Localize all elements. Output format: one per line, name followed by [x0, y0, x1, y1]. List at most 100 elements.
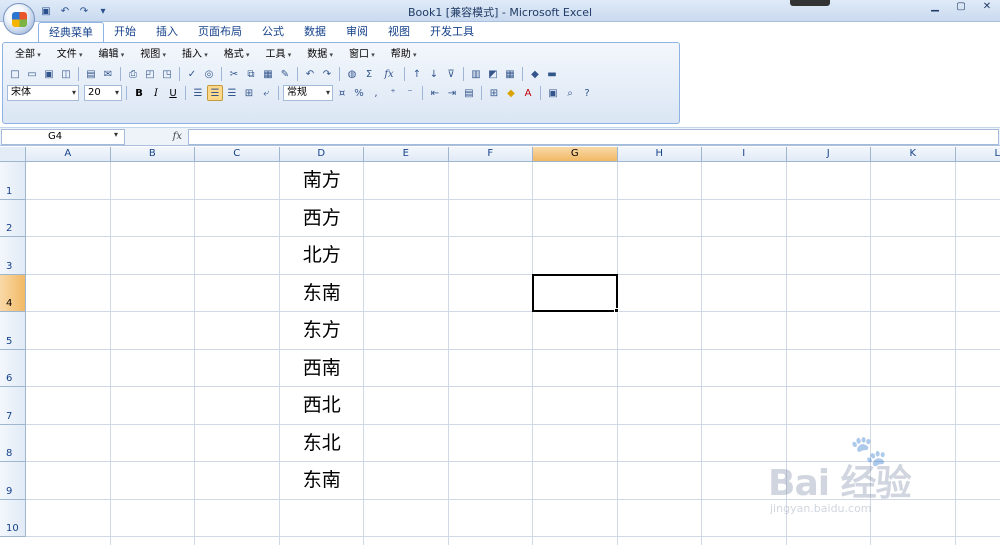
tab-classic-menu[interactable]: 经典菜单 — [38, 22, 104, 42]
currency-icon[interactable]: ¤ — [334, 85, 350, 101]
chart-icon[interactable]: ▥ — [468, 66, 484, 82]
decrease-indent-icon[interactable]: ⇤ — [427, 85, 443, 101]
insert-picture-icon[interactable]: ▣ — [545, 85, 561, 101]
menu-view[interactable]: 视图 — [132, 47, 174, 63]
open-icon[interactable]: ▭ — [24, 66, 40, 82]
tab-review[interactable]: 审阅 — [336, 22, 378, 42]
research-icon[interactable]: ◎ — [201, 66, 217, 82]
cell-d6[interactable]: 西南 — [280, 350, 365, 388]
formula-input[interactable] — [188, 129, 999, 145]
undo-icon[interactable]: ↶ — [302, 66, 318, 82]
column-header[interactable]: J — [786, 147, 871, 162]
underline-button[interactable]: U — [165, 85, 181, 101]
cut-icon[interactable]: ✂ — [226, 66, 242, 82]
sort-descending-icon[interactable]: ↓ — [426, 66, 442, 82]
tab-developer[interactable]: 开发工具 — [420, 22, 484, 42]
tab-insert[interactable]: 插入 — [146, 22, 188, 42]
column-header[interactable]: H — [617, 147, 702, 162]
filter-icon[interactable]: ⊽ — [443, 66, 459, 82]
folder-icon[interactable]: ▬ — [544, 66, 560, 82]
menu-insert[interactable]: 插入 — [174, 47, 216, 63]
new-icon[interactable]: □ — [7, 66, 23, 82]
number-format-select[interactable]: 常规 — [283, 85, 333, 101]
column-header[interactable]: D — [279, 147, 364, 162]
undo-icon[interactable]: ↶ — [57, 3, 73, 19]
font-size-select[interactable]: 20 — [84, 85, 122, 101]
customize-qat-icon[interactable]: ▾ — [95, 3, 111, 19]
tab-view[interactable]: 视图 — [378, 22, 420, 42]
menu-format[interactable]: 格式 — [216, 47, 258, 63]
row-header[interactable]: 6 — [0, 349, 26, 387]
print-icon[interactable]: ⎙ — [125, 66, 141, 82]
spelling-icon[interactable]: ✓ — [184, 66, 200, 82]
autosum-icon[interactable]: Σ — [361, 66, 377, 82]
maximize-icon[interactable]: ▢ — [950, 0, 972, 14]
row-header[interactable]: 1 — [0, 162, 26, 200]
row-header[interactable]: 2 — [0, 199, 26, 237]
save-icon[interactable]: ▣ — [38, 3, 54, 19]
cell-d8[interactable]: 东北 — [280, 425, 365, 463]
help-icon[interactable]: ? — [579, 85, 595, 101]
font-color-icon[interactable]: A — [520, 85, 536, 101]
increase-indent-icon[interactable]: ⇥ — [444, 85, 460, 101]
column-header[interactable]: B — [110, 147, 195, 162]
email-icon[interactable]: ✉ — [100, 66, 116, 82]
menu-file[interactable]: 文件 — [49, 47, 91, 63]
column-header[interactable]: I — [702, 147, 787, 162]
select-all-corner[interactable] — [0, 147, 26, 162]
column-header[interactable]: F — [448, 147, 533, 162]
cell-d4[interactable]: 东南 — [280, 275, 365, 313]
wrap-text-icon[interactable]: ⤶ — [258, 85, 274, 101]
office-button[interactable] — [3, 3, 35, 35]
print-area-icon[interactable]: ◳ — [159, 66, 175, 82]
styles-icon[interactable]: ◆ — [527, 66, 543, 82]
row-header[interactable]: 5 — [0, 312, 26, 350]
print-preview-icon[interactable]: ◰ — [142, 66, 158, 82]
menu-tools[interactable]: 工具 — [258, 47, 300, 63]
pdf-icon[interactable]: ▤ — [83, 66, 99, 82]
column-header[interactable]: C — [195, 147, 280, 162]
menu-help[interactable]: 帮助 — [383, 47, 425, 63]
tab-page-layout[interactable]: 页面布局 — [188, 22, 252, 42]
cell-d1[interactable]: 南方 — [280, 162, 365, 200]
column-header[interactable]: E — [364, 147, 449, 162]
name-box[interactable]: G4 — [1, 129, 125, 145]
menu-data[interactable]: 数据 — [299, 47, 341, 63]
row-header[interactable]: 8 — [0, 424, 26, 462]
cell-styles-icon[interactable]: ▤ — [461, 85, 477, 101]
menu-all[interactable]: 全部 — [7, 47, 49, 63]
table-icon[interactable]: ▦ — [502, 66, 518, 82]
row-header[interactable]: 3 — [0, 237, 26, 275]
active-cell-selection[interactable] — [532, 273, 618, 312]
decrease-decimal-icon[interactable]: ⁻ — [402, 85, 418, 101]
font-name-select[interactable]: 宋体 — [7, 85, 79, 101]
cell-d7[interactable]: 西北 — [280, 387, 365, 425]
column-header[interactable]: L — [955, 147, 1000, 162]
save-icon[interactable]: ▣ — [41, 66, 57, 82]
row-header[interactable]: 4 — [0, 274, 26, 312]
tab-data[interactable]: 数据 — [294, 22, 336, 42]
align-right-icon[interactable]: ☰ — [224, 85, 240, 101]
align-center-icon[interactable]: ☰ — [207, 85, 223, 101]
row-header[interactable]: 7 — [0, 387, 26, 425]
redo-icon[interactable]: ↷ — [319, 66, 335, 82]
percent-button[interactable]: % — [351, 85, 367, 101]
row-header[interactable]: 9 — [0, 462, 26, 500]
tab-formulas[interactable]: 公式 — [252, 22, 294, 42]
close-icon[interactable]: ✕ — [976, 0, 998, 14]
insert-function-button[interactable]: fx — [126, 129, 186, 145]
cell-d5[interactable]: 东方 — [280, 312, 365, 350]
paste-icon[interactable]: ▦ — [260, 66, 276, 82]
copy-icon[interactable]: ⧉ — [243, 66, 259, 82]
cell-d2[interactable]: 西方 — [280, 200, 365, 238]
italic-button[interactable]: I — [148, 85, 164, 101]
row-header[interactable]: 10 — [0, 499, 26, 537]
comma-button[interactable]: , — [368, 85, 384, 101]
minimize-icon[interactable]: ▁ — [924, 0, 946, 14]
insert-function-icon[interactable]: fx — [378, 66, 400, 82]
column-header[interactable]: G — [533, 147, 618, 162]
hyperlink-icon[interactable]: ◍ — [344, 66, 360, 82]
permission-icon[interactable]: ◫ — [58, 66, 74, 82]
increase-decimal-icon[interactable]: ⁺ — [385, 85, 401, 101]
name-box-dropdown-icon[interactable]: ▾ — [114, 130, 118, 139]
